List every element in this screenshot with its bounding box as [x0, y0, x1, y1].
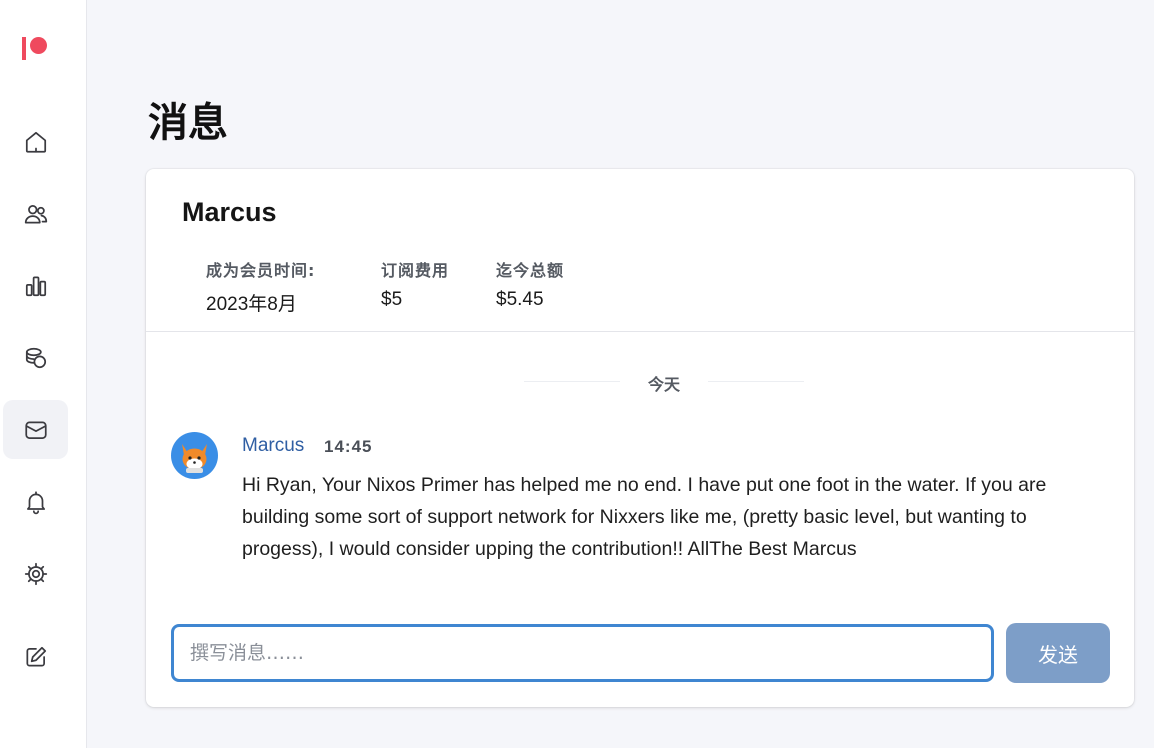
day-separator: 今天 [524, 369, 804, 394]
message-author[interactable]: Marcus [242, 435, 304, 457]
header-divider [146, 331, 1134, 332]
stat-value: $5 [381, 289, 403, 310]
home-icon[interactable] [3, 112, 68, 171]
coins-icon[interactable] [3, 328, 68, 387]
bar-chart-icon[interactable] [3, 256, 68, 315]
stat-label: 迄今总额 [496, 261, 565, 280]
mail-icon[interactable] [3, 400, 68, 459]
send-button[interactable]: 发送 [1006, 623, 1110, 683]
patreon-logo[interactable] [22, 36, 48, 62]
fox-avatar[interactable] [171, 432, 218, 479]
gear-icon[interactable] [3, 544, 68, 603]
stat-value: $5.45 [496, 289, 544, 310]
stat-label: 成为会员时间: [206, 261, 316, 280]
day-label: 今天 [647, 375, 680, 394]
users-icon[interactable] [3, 184, 68, 243]
edit-icon[interactable] [3, 627, 68, 686]
bell-icon[interactable] [3, 472, 68, 531]
member-since-stat: 成为会员时间: 2023年8月 [206, 257, 315, 316]
compose-message-input[interactable] [171, 624, 994, 682]
sidebar [0, 0, 87, 748]
member-name: Marcus [182, 197, 277, 227]
lifetime-total-stat: 迄今总额 $5.45 [496, 257, 564, 311]
subscription-fee-stat: 订阅费用 $5 [381, 257, 449, 311]
stat-label: 订阅费用 [381, 261, 450, 280]
conversation-card: Marcus 成为会员时间: 2023年8月 订阅费用 $5 迄今总额 $5.4… [146, 169, 1134, 707]
message-time: 14:45 [324, 437, 373, 456]
message-body: Hi Ryan, Your Nixos Primer has helped me… [242, 474, 1047, 560]
page-title: 消息 [148, 100, 228, 146]
stat-value: 2023年8月 [206, 294, 297, 315]
